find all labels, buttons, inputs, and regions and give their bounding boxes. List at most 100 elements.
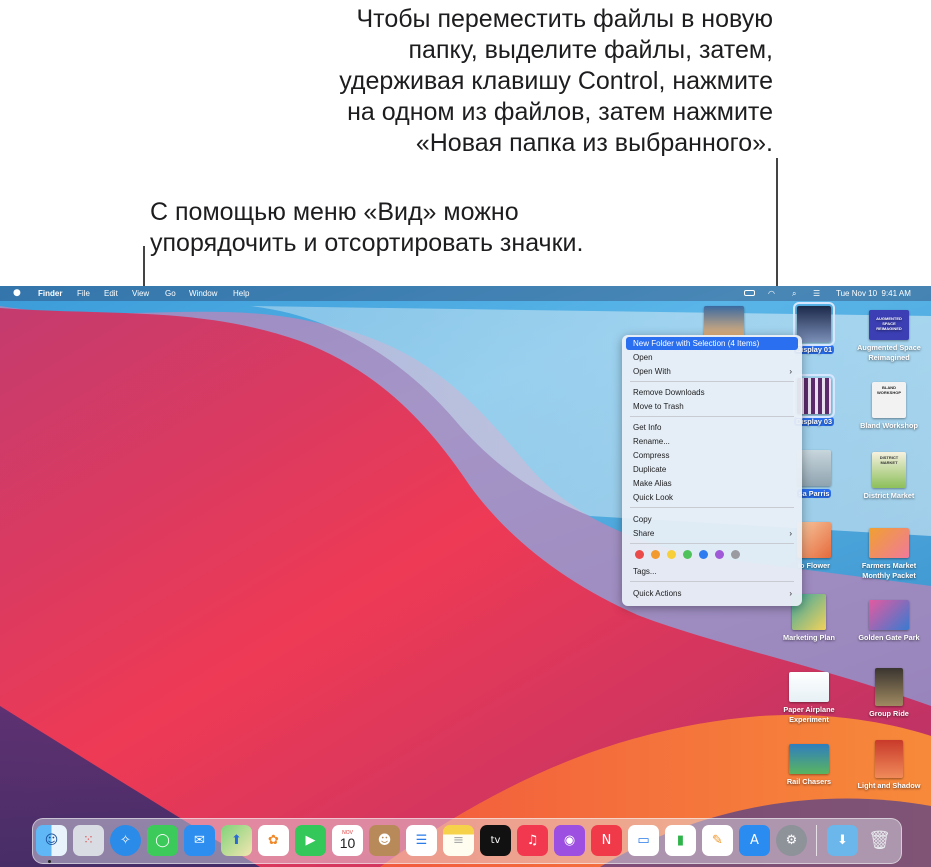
menu-file[interactable]: File — [77, 286, 90, 301]
menu-separator — [630, 507, 794, 508]
wifi-icon[interactable]: ◠ — [768, 286, 775, 301]
messages-icon[interactable]: ◯ — [147, 825, 178, 856]
desktop[interactable]: ● Finder File Edit View Go Window Help ◠… — [0, 286, 931, 867]
menu-separator — [630, 416, 794, 417]
menu-app-finder[interactable]: Finder — [38, 286, 62, 301]
mail-icon[interactable]: ✉ — [184, 825, 215, 856]
tag-purple-icon[interactable] — [715, 550, 724, 559]
reminders-icon[interactable]: ☰ — [406, 825, 437, 856]
dock-divider — [816, 825, 817, 856]
menu-view[interactable]: View — [132, 286, 149, 301]
menu-item-remove-downloads[interactable]: Remove Downloads — [626, 386, 798, 399]
app-store-icon[interactable]: A — [739, 825, 770, 856]
menu-item-open[interactable]: Open — [626, 351, 798, 364]
chevron-right-icon: › — [789, 529, 792, 538]
pages-icon[interactable]: ✎ — [702, 825, 733, 856]
menu-item-compress[interactable]: Compress — [626, 449, 798, 462]
dock: ☺ ⁙ ✧ ◯ ✉ ⬆ ✿ ▶ NOV 10 ☻ ☰ ≡ tv ♫ ◉ N ▭ … — [32, 818, 902, 864]
menu-item-new-folder-with-selection[interactable]: New Folder with Selection (4 Items) — [626, 337, 798, 350]
calendar-icon[interactable]: NOV 10 — [332, 825, 363, 856]
maps-icon[interactable]: ⬆ — [221, 825, 252, 856]
launchpad-icon[interactable]: ⁙ — [73, 825, 104, 856]
file-icon-light-and-shadow[interactable]: Light and Shadow — [851, 740, 927, 791]
facetime-icon[interactable]: ▶ — [295, 825, 326, 856]
contacts-icon[interactable]: ☻ — [369, 825, 400, 856]
file-thumbnail — [793, 374, 835, 418]
file-thumbnail — [869, 528, 909, 558]
photos-icon[interactable]: ✿ — [258, 825, 289, 856]
menu-item-copy[interactable]: Copy — [626, 513, 798, 526]
file-label: Golden Gate Park — [858, 633, 920, 642]
menu-window[interactable]: Window — [189, 286, 217, 301]
file-label: Bland Workshop — [860, 421, 918, 430]
file-icon-group-ride[interactable]: Group Ride — [851, 668, 927, 719]
menu-item-rename[interactable]: Rename... — [626, 435, 798, 448]
tag-gray-icon[interactable] — [731, 550, 740, 559]
menu-item-open-with[interactable]: Open With › — [626, 365, 798, 378]
chevron-right-icon: › — [789, 589, 792, 598]
tv-label: tv — [490, 835, 501, 846]
menu-item-quick-look[interactable]: Quick Look — [626, 491, 798, 504]
tag-yellow-icon[interactable] — [667, 550, 676, 559]
music-icon[interactable]: ♫ — [517, 825, 548, 856]
file-icon-golden-gate-park[interactable]: Golden Gate Park — [851, 600, 927, 643]
file-thumbnail — [875, 740, 903, 778]
menu-item-duplicate[interactable]: Duplicate — [626, 463, 798, 476]
menu-item-quick-actions[interactable]: Quick Actions › — [626, 587, 798, 600]
tag-red-icon[interactable] — [635, 550, 644, 559]
menu-item-move-to-trash[interactable]: Move to Trash — [626, 400, 798, 413]
file-thumbnail — [789, 672, 829, 702]
control-center-icon[interactable]: ☰ — [813, 286, 820, 301]
file-label: Rail Chasers — [786, 777, 832, 786]
file-thumbnail: AUGMENTED SPACE REIMAGINED — [869, 310, 909, 340]
thumbnail-text: DISTRICT MARKET — [879, 455, 899, 465]
tag-orange-icon[interactable] — [651, 550, 660, 559]
menu-clock[interactable]: Tue Nov 10 9:41 AM — [836, 286, 911, 301]
downloads-folder-icon[interactable]: ⬇ — [827, 825, 858, 856]
menu-help[interactable]: Help — [233, 286, 249, 301]
callout-line: С помощью меню «Вид» можно — [150, 198, 519, 226]
tag-green-icon[interactable] — [683, 550, 692, 559]
callout-line: удерживая клавишу Control, нажмите — [339, 67, 773, 95]
system-preferences-icon[interactable]: ⚙ — [776, 825, 807, 856]
spotlight-search-icon[interactable]: ⌕ — [792, 286, 796, 301]
file-icon-augmented-space[interactable]: AUGMENTED SPACE REIMAGINED Augmented Spa… — [851, 310, 927, 363]
menu-separator — [630, 543, 794, 544]
file-icon-farmers-market[interactable]: Farmers Market Monthly Packet — [851, 528, 927, 581]
podcasts-icon[interactable]: ◉ — [554, 825, 585, 856]
file-thumbnail — [875, 668, 903, 706]
menu-bar: ● Finder File Edit View Go Window Help ◠… — [0, 286, 931, 301]
menu-item-make-alias[interactable]: Make Alias — [626, 477, 798, 490]
context-menu: New Folder with Selection (4 Items) Open… — [622, 335, 802, 606]
battery-icon[interactable] — [744, 290, 755, 296]
running-app-indicator — [48, 860, 51, 863]
file-icon-rail-chasers[interactable]: Rail Chasers — [771, 744, 847, 787]
menu-item-tags[interactable]: Tags... — [626, 565, 798, 578]
menu-go[interactable]: Go — [165, 286, 176, 301]
numbers-icon[interactable]: ▮ — [665, 825, 696, 856]
file-label: Light and Shadow — [857, 781, 921, 790]
file-icon-bland-workshop[interactable]: BLAND WORKSHOP Bland Workshop — [851, 382, 927, 431]
file-label: Farmers Market Monthly Packet — [861, 561, 917, 580]
news-icon[interactable]: N — [591, 825, 622, 856]
apple-menu-icon[interactable]: ● — [13, 286, 21, 301]
safari-icon[interactable]: ✧ — [110, 825, 141, 856]
file-icon-district-market[interactable]: DISTRICT MARKET District Market — [851, 452, 927, 501]
tv-icon[interactable]: tv — [480, 825, 511, 856]
callout-new-folder: Чтобы переместить файлы в новую папку, в… — [213, 4, 773, 159]
menu-edit[interactable]: Edit — [104, 286, 118, 301]
trash-icon[interactable]: 🗑 — [864, 825, 895, 856]
tag-blue-icon[interactable] — [699, 550, 708, 559]
menu-item-share[interactable]: Share › — [626, 527, 798, 540]
menu-item-label: Open With — [633, 367, 671, 376]
callout-line: «Новая папка из выбранного». — [415, 129, 773, 157]
keynote-icon[interactable]: ▭ — [628, 825, 659, 856]
callout-line: на одном из файлов, затем нажмите — [347, 98, 773, 126]
file-icon-paper-airplane[interactable]: Paper Airplane Experiment — [771, 672, 847, 725]
file-thumbnail — [797, 450, 831, 486]
finder-icon[interactable]: ☺ — [36, 825, 67, 856]
file-label: Paper Airplane Experiment — [783, 705, 835, 724]
menu-item-get-info[interactable]: Get Info — [626, 421, 798, 434]
notes-icon[interactable]: ≡ — [443, 825, 474, 856]
file-thumbnail — [789, 744, 829, 774]
